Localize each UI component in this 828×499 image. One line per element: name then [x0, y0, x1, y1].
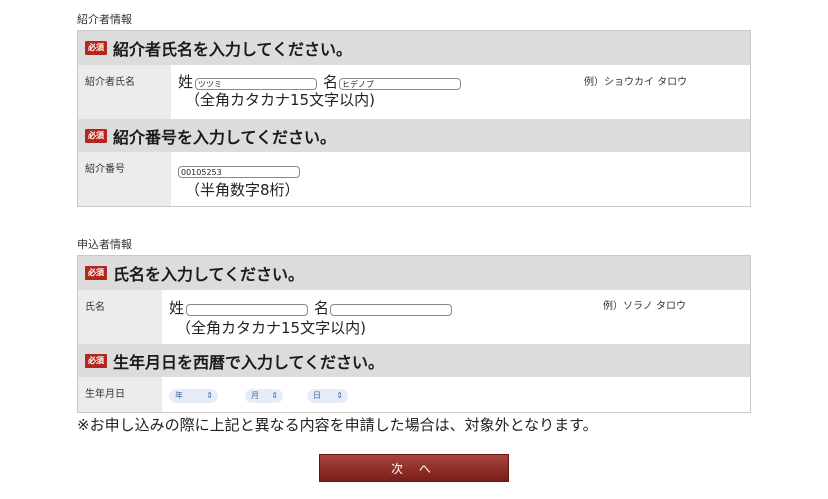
chevron-updown-icon: ⇕ [336, 391, 343, 400]
referrer-name-hint: （全角カタカナ15文字以内) [185, 91, 375, 109]
day-select-value: 日 [313, 391, 321, 400]
applicant-dob-question: 必須 生年月日を西暦で入力してください。 [78, 344, 750, 377]
referrer-form-box: 必須 紹介者氏名を入力してください。 紹介者氏名 姓 ツツミ 名 ヒデノブ （全… [77, 30, 751, 207]
referrer-number-input[interactable]: 00105253 [178, 166, 300, 178]
required-badge: 必須 [85, 266, 107, 280]
referrer-section-title: 紹介者情報 [77, 13, 132, 26]
applicant-form-box: 必須 氏名を入力してください。 氏名 姓 名 （全角カタカナ15文字以内) 例）… [77, 255, 751, 413]
referrer-number-question: 必須 紹介番号を入力してください。 [78, 119, 750, 152]
referrer-name-label-cell: 紹介者氏名 [78, 65, 171, 119]
referrer-name-label: 紹介者氏名 [85, 77, 135, 88]
applicant-dob-row: 生年月日 年 ⇕ 月 ⇕ 日 ⇕ [78, 377, 750, 412]
chevron-updown-icon: ⇕ [206, 391, 213, 400]
day-select[interactable]: 日 ⇕ [307, 389, 348, 403]
applicant-name-example: 例）ソラノ タロウ [603, 301, 686, 312]
applicant-mei-input[interactable] [330, 304, 452, 316]
chevron-updown-icon: ⇕ [271, 391, 278, 400]
required-badge: 必須 [85, 41, 107, 55]
next-button-label: 次 へ [391, 461, 437, 476]
year-select-value: 年 [175, 391, 183, 400]
applicant-name-label-cell: 氏名 [78, 290, 162, 344]
applicant-mei-prefix: 名 [314, 299, 330, 317]
applicant-dob-question-text: 生年月日を西暦で入力してください。 [113, 352, 385, 372]
applicant-section-title: 申込者情報 [77, 238, 132, 251]
required-badge: 必須 [85, 128, 107, 143]
next-button[interactable]: 次 へ [319, 454, 509, 482]
year-select[interactable]: 年 ⇕ [169, 389, 218, 403]
applicant-sei-prefix: 姓 [169, 299, 185, 317]
applicant-name-label: 氏名 [85, 302, 105, 313]
referrer-number-label: 紹介番号 [85, 164, 125, 175]
referrer-number-hint: （半角数字8桁） [185, 181, 300, 199]
referrer-name-example: 例）ショウカイ タロウ [584, 77, 688, 88]
referrer-name-question: 必須 紹介者氏名を入力してください。 [78, 31, 750, 65]
applicant-name-hint: （全角カタカナ15文字以内) [176, 319, 366, 337]
referrer-number-row: 紹介番号 00105253 （半角数字8桁） [78, 152, 750, 206]
applicant-sei-input[interactable] [186, 304, 308, 316]
applicant-name-row: 氏名 姓 名 （全角カタカナ15文字以内) 例）ソラノ タロウ [78, 290, 750, 344]
required-badge: 必須 [85, 353, 107, 368]
applicant-dob-label-cell: 生年月日 [78, 377, 162, 412]
applicant-name-question: 必須 氏名を入力してください。 [78, 256, 750, 290]
month-select[interactable]: 月 ⇕ [245, 389, 283, 403]
applicant-name-question-text: 氏名を入力してください。 [113, 265, 305, 284]
referrer-number-question-text: 紹介番号を入力してください。 [113, 127, 337, 147]
referrer-number-label-cell: 紹介番号 [78, 152, 171, 206]
referrer-name-row: 紹介者氏名 姓 ツツミ 名 ヒデノブ （全角カタカナ15文字以内) 例）ショウカ… [78, 65, 750, 119]
referrer-name-question-text: 紹介者氏名を入力してください。 [113, 40, 353, 59]
month-select-value: 月 [251, 391, 259, 400]
applicant-dob-label: 生年月日 [85, 389, 125, 400]
notice-text: ※お申し込みの際に上記と異なる内容を申請した場合は、対象外となります。 [77, 416, 598, 434]
